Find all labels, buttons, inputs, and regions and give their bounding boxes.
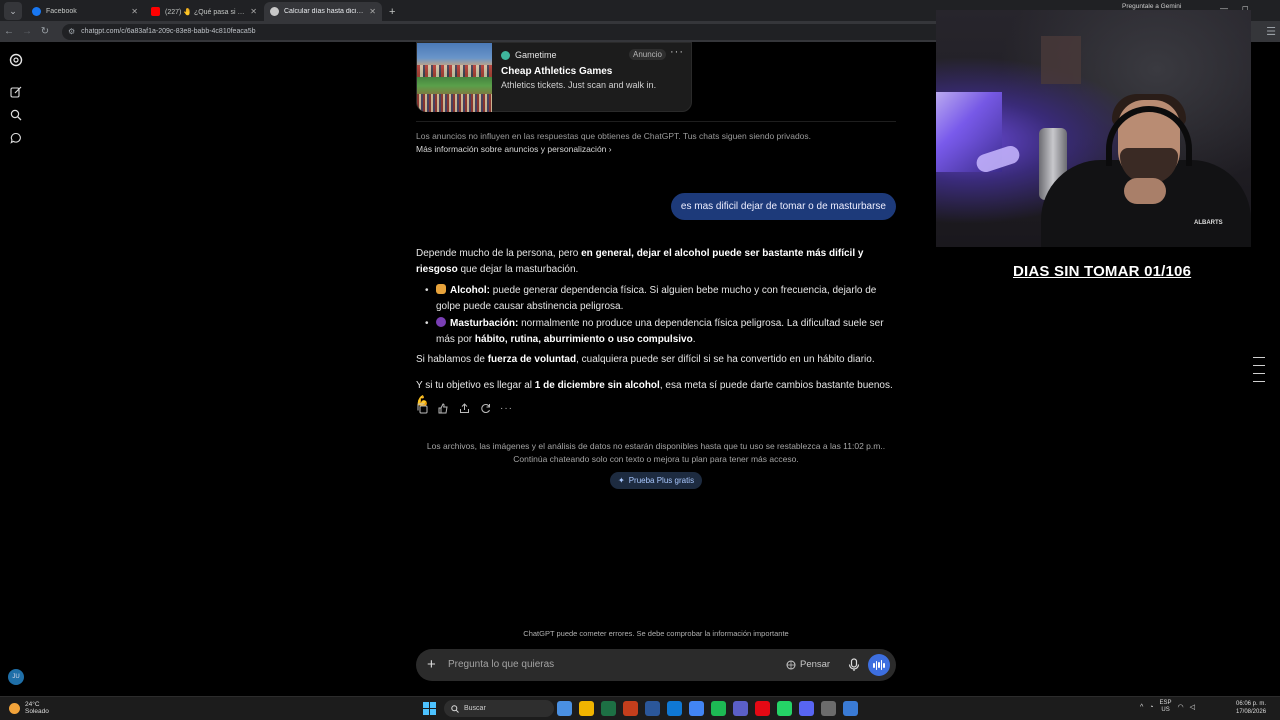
taskbar-app-icon[interactable] (777, 701, 792, 716)
webcam-overlay: ALBARTS (936, 10, 1251, 247)
answer-intro: Depende mucho de la persona, pero en gen… (416, 248, 864, 276)
url-text: chatgpt.com/c/6a83af1a-209c-83e8-babb-4c… (81, 28, 256, 35)
tab-youtube[interactable]: (227) 🤚 ¿Qué pasa si DEJAS el ✕ (145, 2, 263, 21)
think-button[interactable]: Pensar (786, 659, 830, 670)
scroll-indicator[interactable] (1253, 357, 1265, 389)
chatgpt-sidebar: JU (0, 42, 33, 696)
feedback-icon[interactable] (437, 402, 450, 415)
taskbar-app-icon[interactable] (623, 701, 638, 716)
openai-logo-icon[interactable] (9, 53, 23, 67)
taskbar-app-icon[interactable] (579, 701, 594, 716)
network-icon[interactable]: ◔ (1149, 704, 1153, 711)
try-plus-button[interactable]: ✦ Prueba Plus gratis (610, 472, 703, 489)
chats-icon[interactable] (9, 131, 23, 145)
site-settings-icon[interactable]: ⚙ (68, 27, 75, 36)
new-tab-button[interactable]: + (389, 6, 395, 18)
browser-menu-icon[interactable]: ☰ (1266, 25, 1276, 38)
facebook-icon (32, 7, 41, 16)
message-composer[interactable]: + Pregunta lo que quieras Pensar (416, 649, 896, 681)
system-tray: ^ ◔ ESP US ◠ ◁ (1140, 700, 1195, 714)
eggplant-emoji-icon (436, 316, 446, 327)
voice-mode-button[interactable] (868, 654, 890, 676)
disclaimer: ChatGPT puede cometer errores. Se debe c… (523, 629, 789, 638)
ad-brand-name: Gametime (515, 50, 557, 60)
assistant-response: Depende mucho de la persona, pero en gen… (416, 246, 896, 415)
avatar[interactable]: JU (8, 669, 24, 685)
taskbar-app-icon[interactable] (601, 701, 616, 716)
answer-paragraph: Si hablamos de fuerza de voluntad, cualq… (416, 354, 875, 366)
divider (416, 121, 896, 122)
usage-limit-notice: Los archivos, las imágenes y el análisis… (426, 441, 886, 464)
windows-start-icon[interactable] (423, 702, 436, 715)
prompt-input[interactable]: Pregunta lo que quieras (448, 659, 554, 670)
ad-info-link[interactable]: Más información sobre anuncios y persona… (416, 144, 612, 154)
copy-icon[interactable] (416, 402, 429, 415)
language-indicator[interactable]: ESP US (1160, 700, 1172, 714)
taskbar-app-icon[interactable] (667, 701, 682, 716)
ad-brand: Gametime (501, 50, 557, 60)
tab-chatgpt[interactable]: Calcular días hasta diciembre ✕ (264, 2, 382, 21)
days-counter-label: DIAS SIN TOMAR 01/106 (1013, 263, 1192, 280)
sparkle-icon: ✦ (618, 476, 625, 485)
tab-facebook[interactable]: Facebook ✕ (26, 2, 144, 21)
chevron-up-icon[interactable]: ^ (1140, 704, 1143, 711)
tab-search-button[interactable]: ⌄ (4, 2, 22, 20)
close-tab-icon[interactable]: ✕ (250, 7, 257, 16)
taskbar-app-icon[interactable] (557, 701, 572, 716)
answer-bullets: Alcohol: puede generar dependencia físic… (416, 283, 896, 349)
taskbar-app-icon[interactable] (645, 701, 660, 716)
regenerate-icon[interactable] (479, 402, 492, 415)
user-message-bubble: es mas dificil dejar de tomar o de mastu… (670, 193, 896, 220)
taskbar-app-icon[interactable] (821, 701, 836, 716)
ad-privacy-note: Los anuncios no influyen en las respuest… (416, 131, 812, 141)
close-tab-icon[interactable]: ✕ (131, 7, 138, 16)
taskbar-clock[interactable]: 06:06 p. m. 17/08/2026 (1236, 700, 1266, 716)
wifi-icon[interactable]: ◠ (1178, 703, 1184, 711)
ad-subtitle: Athletics tickets. Just scan and walk in… (501, 80, 657, 90)
stadium-image (417, 43, 492, 112)
ad-info-link-text: Más información sobre anuncios y persona… (416, 144, 607, 154)
back-button[interactable]: ← (0, 26, 18, 37)
ad-title: Cheap Athletics Games (501, 66, 613, 77)
weather-widget[interactable]: 24°C Soleado (9, 701, 49, 715)
tab-title: (227) 🤚 ¿Qué pasa si DEJAS el (165, 8, 245, 16)
taskbar-apps (557, 701, 858, 716)
volume-icon[interactable]: ◁ (1190, 703, 1195, 711)
taskbar-app-icon[interactable] (711, 701, 726, 716)
search-icon[interactable] (9, 108, 23, 122)
attach-plus-icon[interactable]: + (427, 656, 436, 673)
taskbar-app-icon[interactable] (689, 701, 704, 716)
taskbar-app-icon[interactable] (755, 701, 770, 716)
sun-icon (9, 702, 20, 714)
list-item: Masturbación: normalmente no produce una… (416, 316, 896, 349)
search-icon (451, 704, 459, 713)
chevron-right-icon: › (608, 144, 612, 154)
sponsored-ad-card[interactable]: Gametime Anuncio ··· Cheap Athletics Gam… (416, 42, 692, 112)
more-options-icon[interactable]: ··· (670, 46, 684, 58)
ad-badge: Anuncio (629, 49, 666, 60)
shirt-logo: ALBARTS (1194, 220, 1223, 226)
tab-title: Facebook (46, 8, 77, 15)
list-item: Alcohol: puede generar dependencia físic… (416, 283, 896, 316)
youtube-icon (151, 7, 160, 16)
reload-button[interactable]: ↻ (36, 26, 54, 37)
windows-taskbar: 24°C Soleado Buscar ^ ◔ ESP US ◠ ◁ 06:06 p… (0, 696, 1280, 720)
forward-button[interactable]: → (18, 26, 36, 37)
globe-icon (786, 660, 796, 669)
taskbar-app-icon[interactable] (733, 701, 748, 716)
chatgpt-tab-icon (270, 7, 279, 16)
gemini-pill: Preguntale a Gemini (1122, 3, 1182, 10)
share-icon[interactable] (458, 402, 471, 415)
more-options-icon[interactable]: ··· (500, 402, 513, 415)
tab-title: Calcular días hasta diciembre (284, 8, 364, 15)
taskbar-app-icon[interactable] (843, 701, 858, 716)
gametime-logo-icon (501, 50, 510, 60)
taskbar-search[interactable]: Buscar (444, 700, 554, 717)
beer-emoji-icon (436, 283, 446, 294)
new-chat-icon[interactable] (9, 85, 23, 99)
taskbar-app-icon[interactable] (799, 701, 814, 716)
response-actions: ··· (416, 402, 513, 415)
microphone-icon[interactable] (848, 658, 860, 672)
close-tab-icon[interactable]: ✕ (369, 7, 376, 16)
